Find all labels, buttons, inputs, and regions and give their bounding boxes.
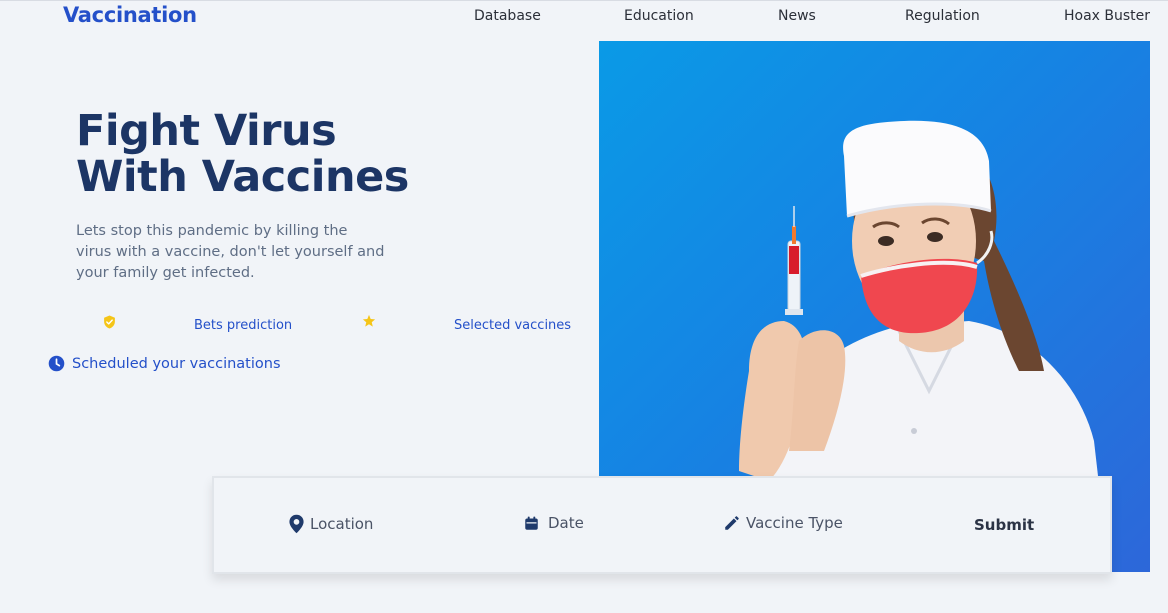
clock-icon (48, 355, 65, 372)
submit-button[interactable]: Submit (974, 516, 1034, 534)
date-field[interactable]: Date (524, 514, 584, 532)
nav-education[interactable]: Education (624, 8, 694, 24)
location-pin-icon (289, 514, 304, 534)
nav-news[interactable]: News (778, 8, 816, 24)
calendar-icon (525, 516, 538, 530)
hero-title-line2: With Vaccines (76, 152, 409, 202)
schedule-link[interactable]: Scheduled your vaccinations (48, 355, 281, 372)
location-field[interactable]: Location (288, 514, 373, 534)
schedule-link-label: Scheduled your vaccinations (72, 355, 281, 372)
feature-bets-prediction: Bets prediction (194, 318, 293, 333)
feature-selected-vaccines: Selected vaccines (454, 318, 572, 333)
top-divider (0, 0, 1168, 1)
nav-hoax-buster[interactable]: Hoax Buster (1064, 8, 1150, 24)
nav-database[interactable]: Database (474, 8, 541, 24)
pencil-icon (725, 516, 739, 530)
vaccine-type-label: Vaccine Type (746, 514, 843, 532)
date-label: Date (548, 514, 584, 532)
hero-title: Fight Virus With Vaccines (76, 108, 409, 200)
logo[interactable]: Vaccination (63, 3, 197, 27)
star-icon (362, 314, 376, 327)
vaccine-type-field[interactable]: Vaccine Type (723, 514, 843, 532)
location-label: Location (310, 515, 374, 533)
shield-check-icon (104, 315, 115, 329)
nav-regulation[interactable]: Regulation (905, 8, 980, 24)
booking-bar: Location Date Vaccine Type Submit (212, 476, 1112, 574)
hero-subtitle: Lets stop this pandemic by killing the v… (76, 223, 385, 281)
hero-title-line1: Fight Virus (76, 106, 337, 156)
